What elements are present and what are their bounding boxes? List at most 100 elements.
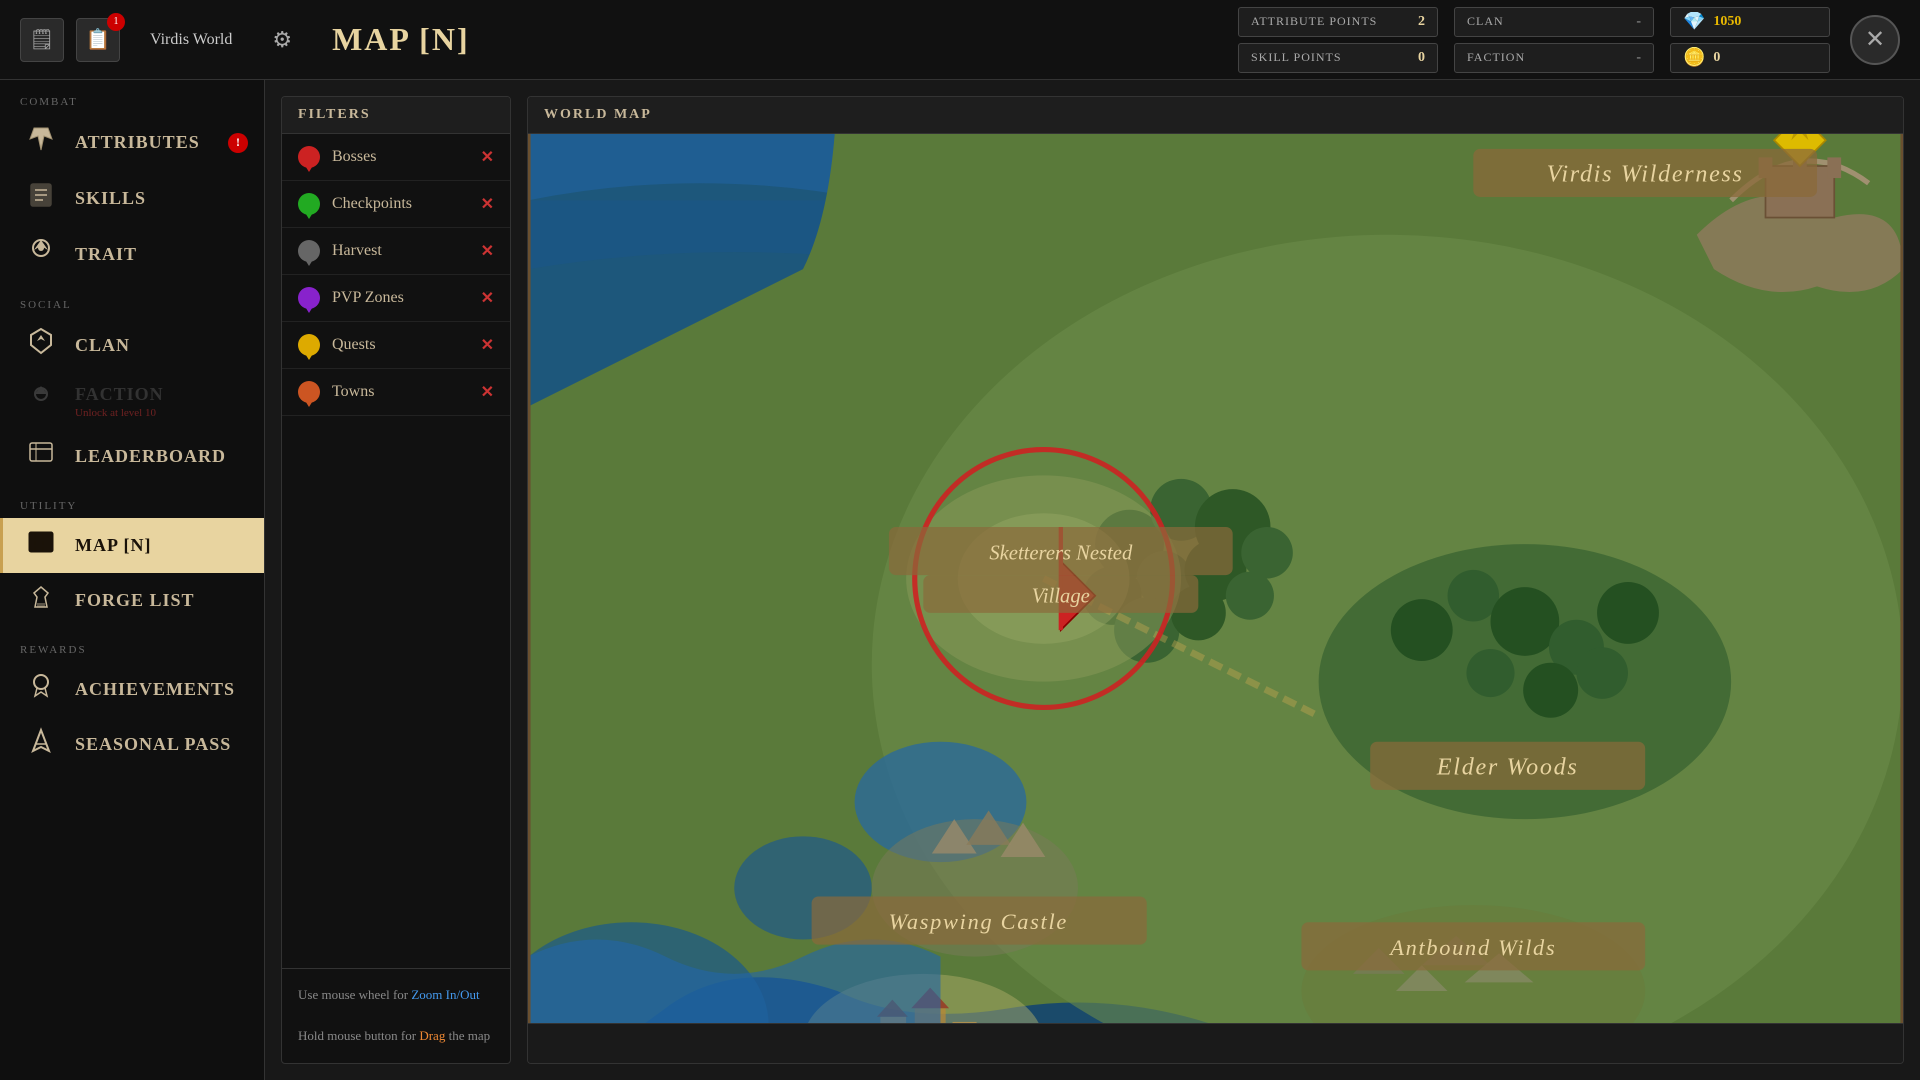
map-svg: Virdis Wilderness Sketterers Nested Vill…: [528, 134, 1903, 1023]
filters-panel: FILTERS Bosses ✕ Checkpoints ✕ Harvest ✕…: [281, 96, 511, 1064]
trait-icon: [23, 236, 59, 273]
faction-nav-label: FACTION: [75, 384, 164, 404]
world-name: Virdis World: [150, 31, 232, 49]
settings-icon[interactable]: ⚙: [272, 27, 292, 53]
seasonal-label: SEASONAL PASS: [75, 734, 231, 755]
top-bar: 🗒 📋 1 Virdis World ⚙ MAP [N] ATTRIBUTE P…: [0, 0, 1920, 80]
attribute-points-value: 2: [1418, 14, 1425, 30]
sidebar-item-faction[interactable]: FACTION Unlock at level 10: [0, 374, 264, 429]
map-panel: WORLD MAP: [527, 96, 1904, 1064]
inventory-icon[interactable]: 🗒: [20, 18, 64, 62]
svg-text:Waspwing Castle: Waspwing Castle: [889, 909, 1068, 934]
world-map-header: WORLD MAP: [528, 97, 1903, 134]
currency2-row: 🪙 0: [1670, 43, 1830, 73]
top-icons: 🗒 📋 1: [20, 18, 120, 62]
filter-harvest[interactable]: Harvest ✕: [282, 228, 510, 275]
close-button[interactable]: ✕: [1850, 15, 1900, 65]
section-rewards: REWARDS: [0, 628, 264, 662]
sidebar: COMBAT ATTRIBUTES ! SKILLS TRAIT SOCIAL …: [0, 80, 265, 1080]
map-canvas: Virdis Wilderness Sketterers Nested Vill…: [528, 134, 1903, 1023]
quest-label: Quests: [332, 336, 481, 354]
pvp-dot: [298, 287, 320, 309]
map-view[interactable]: Virdis Wilderness Sketterers Nested Vill…: [528, 134, 1903, 1023]
main-content: FILTERS Bosses ✕ Checkpoints ✕ Harvest ✕…: [265, 80, 1920, 1080]
leaderboard-label: LEADERBOARD: [75, 446, 226, 467]
journal-icon[interactable]: 📋 1: [76, 18, 120, 62]
svg-text:Antbound Wilds: Antbound Wilds: [1388, 935, 1556, 960]
notification-badge: 1: [107, 13, 125, 31]
clan-label: CLAN: [75, 335, 130, 356]
sidebar-item-attributes[interactable]: ATTRIBUTES !: [0, 114, 264, 171]
clan-value: -: [1636, 14, 1641, 30]
sidebar-item-trait[interactable]: TRAIT: [0, 226, 264, 283]
filter-hint: Use mouse wheel for Zoom In/Out Hold mou…: [282, 968, 510, 1063]
currency1-row: 💎 1050: [1670, 7, 1830, 37]
skill-points-label: SKILL POINTS: [1251, 50, 1410, 65]
filter-towns[interactable]: Towns ✕: [282, 369, 510, 416]
faction-icon: [23, 384, 59, 419]
town-close-icon[interactable]: ✕: [481, 382, 494, 402]
section-social: SOCIAL: [0, 283, 264, 317]
filter-pvp[interactable]: PVP Zones ✕: [282, 275, 510, 322]
sidebar-item-map[interactable]: MAP [N]: [0, 518, 264, 573]
filter-quests[interactable]: Quests ✕: [282, 322, 510, 369]
attribute-points-label: ATTRIBUTE POINTS: [1251, 14, 1410, 29]
svg-text:Village: Village: [1032, 586, 1090, 608]
town-dot: [298, 381, 320, 403]
map-bottom-bar: [528, 1023, 1903, 1063]
sidebar-item-leaderboard[interactable]: LEADERBOARD: [0, 429, 264, 484]
skill-points-value: 0: [1418, 50, 1425, 66]
faction-label: FACTION: [1467, 50, 1628, 65]
sidebar-item-clan[interactable]: CLAN: [0, 317, 264, 374]
filter-bosses[interactable]: Bosses ✕: [282, 134, 510, 181]
coin-icon: 🪙: [1683, 47, 1705, 68]
skills-icon: [23, 181, 59, 216]
filters-header: FILTERS: [282, 97, 510, 134]
attribute-points-row: ATTRIBUTE POINTS 2: [1238, 7, 1438, 37]
faction-row: FACTION -: [1454, 43, 1654, 73]
skills-label: SKILLS: [75, 188, 146, 209]
sidebar-item-forge[interactable]: FORGE LIST: [0, 573, 264, 628]
zoom-hint: Zoom In/Out: [411, 987, 479, 1002]
boss-label: Bosses: [332, 148, 481, 166]
quest-close-icon[interactable]: ✕: [481, 335, 494, 355]
harvest-close-icon[interactable]: ✕: [481, 241, 494, 261]
harvest-dot: [298, 240, 320, 262]
stat-panels: ATTRIBUTE POINTS 2 SKILL POINTS 0 CLAN -…: [1238, 7, 1830, 73]
map-nav-icon: [23, 528, 59, 563]
page-title: MAP [N]: [332, 21, 470, 58]
svg-text:Virdis Wilderness: Virdis Wilderness: [1547, 161, 1744, 187]
faction-unlock-text: Unlock at level 10: [75, 407, 164, 419]
forge-label: FORGE LIST: [75, 590, 195, 611]
forge-icon: [23, 583, 59, 618]
points-group: ATTRIBUTE POINTS 2 SKILL POINTS 0: [1238, 7, 1438, 73]
attributes-alert: !: [228, 133, 248, 153]
boss-dot: [298, 146, 320, 168]
filter-list: Bosses ✕ Checkpoints ✕ Harvest ✕ PVP Zon…: [282, 134, 510, 968]
quest-dot: [298, 334, 320, 356]
checkpoint-dot: [298, 193, 320, 215]
section-combat: COMBAT: [0, 80, 264, 114]
sidebar-item-skills[interactable]: SKILLS: [0, 171, 264, 226]
map-nav-label: MAP [N]: [75, 535, 151, 556]
faction-value: -: [1636, 50, 1641, 66]
clan-label: CLAN: [1467, 14, 1628, 29]
harvest-label: Harvest: [332, 242, 481, 260]
currency-group: 💎 1050 🪙 0: [1670, 7, 1830, 73]
sidebar-item-achievements[interactable]: ACHIEVEMENTS: [0, 662, 264, 717]
leaderboard-icon: [23, 439, 59, 474]
currency2-value: 0: [1713, 50, 1720, 66]
sidebar-item-seasonal[interactable]: SEASONAL PASS: [0, 717, 264, 772]
clan-row: CLAN -: [1454, 7, 1654, 37]
filter-checkpoints[interactable]: Checkpoints ✕: [282, 181, 510, 228]
checkpoint-close-icon[interactable]: ✕: [481, 194, 494, 214]
pvp-close-icon[interactable]: ✕: [481, 288, 494, 308]
trait-label: TRAIT: [75, 244, 137, 265]
section-utility: UTILITY: [0, 484, 264, 518]
social-group: CLAN - FACTION -: [1454, 7, 1654, 73]
skill-points-row: SKILL POINTS 0: [1238, 43, 1438, 73]
drag-hint: Drag: [419, 1028, 445, 1043]
pvp-label: PVP Zones: [332, 289, 481, 307]
attributes-icon: [23, 124, 59, 161]
boss-close-icon[interactable]: ✕: [481, 147, 494, 167]
